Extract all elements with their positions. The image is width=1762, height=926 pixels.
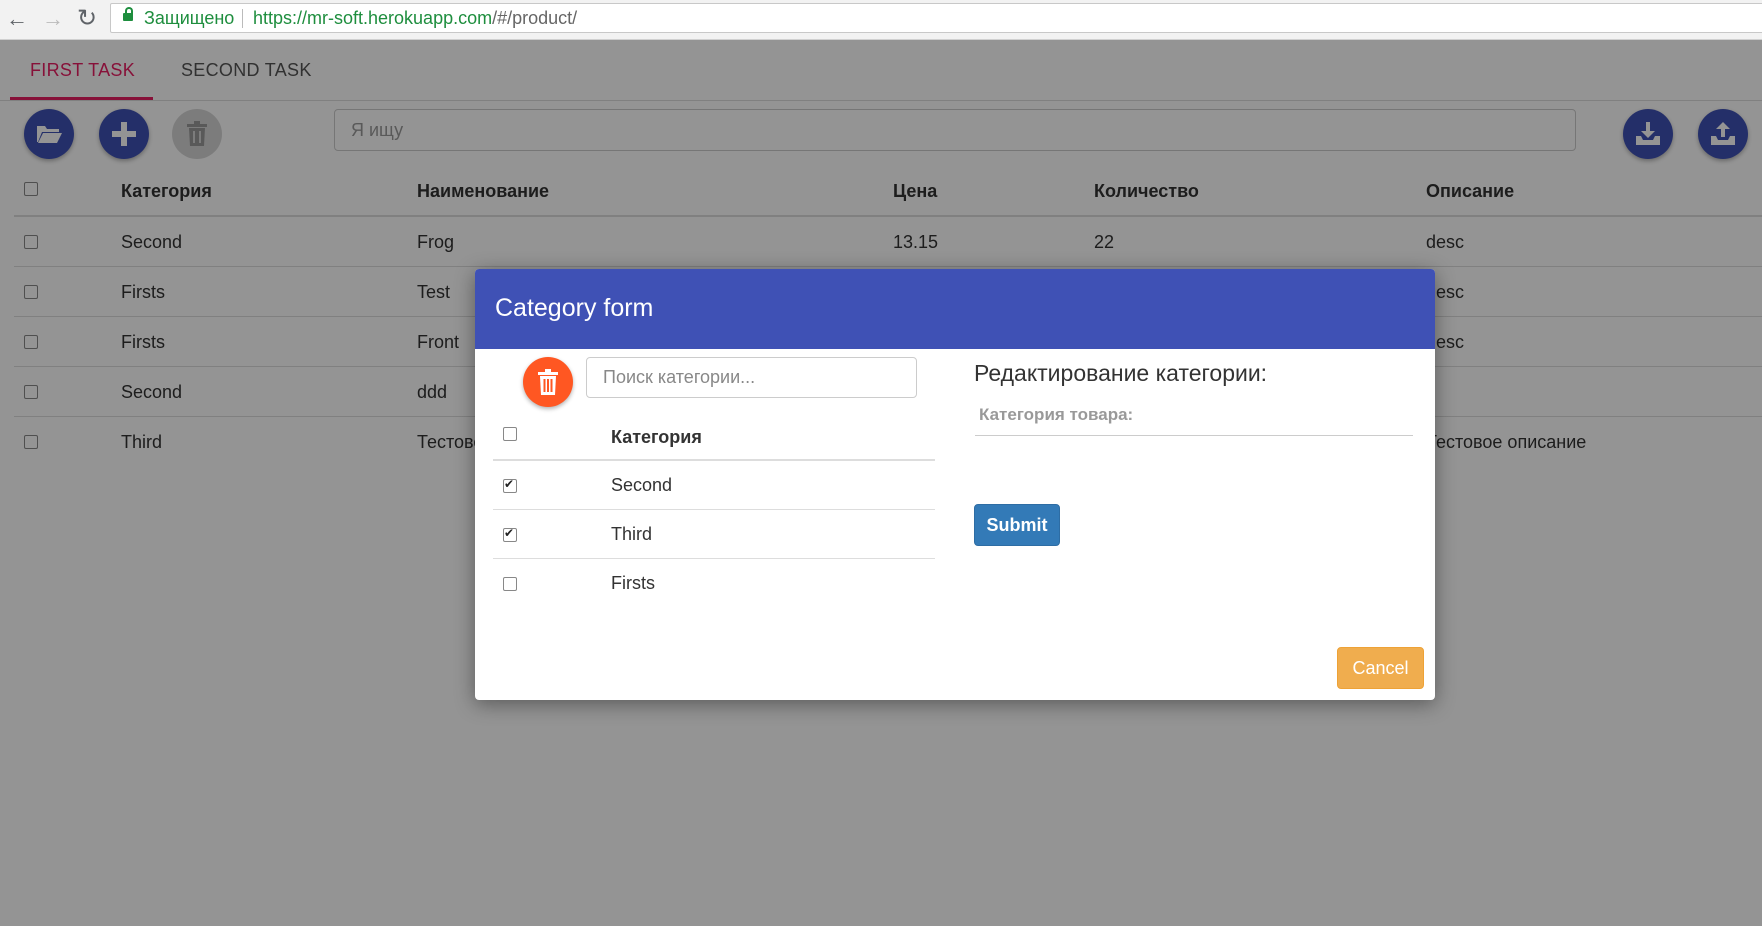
select-all-categories-checkbox[interactable] xyxy=(503,427,517,441)
category-name-field[interactable] xyxy=(975,394,1413,436)
dialog-title: Category form xyxy=(495,294,654,322)
category-checkbox[interactable] xyxy=(503,477,517,493)
url-host: https://mr-soft.herokuapp.com xyxy=(253,8,493,28)
category-label: Third xyxy=(611,524,653,544)
category-row[interactable]: Second xyxy=(493,461,935,510)
cancel-button[interactable]: Cancel xyxy=(1337,647,1424,689)
category-label: Second xyxy=(611,475,673,495)
category-form-dialog: Category form Категория Second Third Fir… xyxy=(475,269,1435,700)
category-row[interactable]: Third xyxy=(493,510,935,559)
browser-toolbar: ← → ↻ Защищено https://mr-soft.herokuapp… xyxy=(0,0,1762,40)
category-checkbox[interactable] xyxy=(503,526,517,542)
trash-icon xyxy=(538,369,558,395)
category-checkbox[interactable] xyxy=(503,577,517,591)
category-label: Firsts xyxy=(611,573,655,593)
url-text: https://mr-soft.herokuapp.com/#/product/ xyxy=(253,8,577,29)
category-row[interactable]: Firsts xyxy=(493,559,935,607)
category-search-input[interactable] xyxy=(586,357,917,398)
address-separator xyxy=(242,9,243,28)
back-icon[interactable]: ← xyxy=(4,6,30,32)
edit-category-heading: Редактирование категории: xyxy=(974,360,1268,386)
url-path: /#/product/ xyxy=(492,8,578,28)
delete-category-button[interactable] xyxy=(523,357,573,407)
dialog-header: Category form xyxy=(475,269,1435,349)
address-bar[interactable]: Защищено https://mr-soft.herokuapp.com/#… xyxy=(110,3,1762,33)
forward-icon[interactable]: → xyxy=(40,6,66,32)
category-table: Категория Second Third Firsts xyxy=(493,409,935,607)
category-table-header: Категория xyxy=(493,409,935,461)
submit-button[interactable]: Submit xyxy=(974,504,1060,546)
lock-icon xyxy=(123,7,133,21)
category-column-header: Категория xyxy=(611,427,702,447)
reload-icon[interactable]: ↻ xyxy=(74,6,100,32)
secure-label: Защищено xyxy=(144,8,235,28)
